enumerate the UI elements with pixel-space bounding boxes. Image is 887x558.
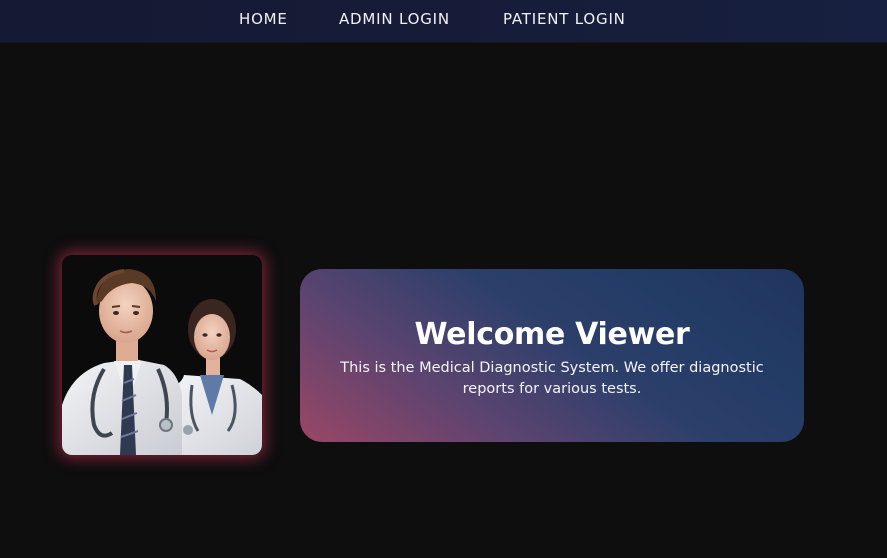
doctors-image (62, 255, 262, 455)
nav-patient-login-link[interactable]: PATIENT LOGIN (503, 0, 626, 38)
welcome-title: Welcome Viewer (414, 317, 690, 352)
nav-home-link[interactable]: HOME (239, 0, 288, 38)
doctors-illustration-icon (62, 255, 262, 455)
nav-admin-login-link[interactable]: ADMIN LOGIN (339, 0, 450, 38)
welcome-description: This is the Medical Diagnostic System. W… (340, 360, 764, 397)
welcome-card: Welcome Viewer This is the Medical Diagn… (300, 269, 804, 442)
top-navbar: HOME ADMIN LOGIN PATIENT LOGIN (0, 0, 887, 42)
